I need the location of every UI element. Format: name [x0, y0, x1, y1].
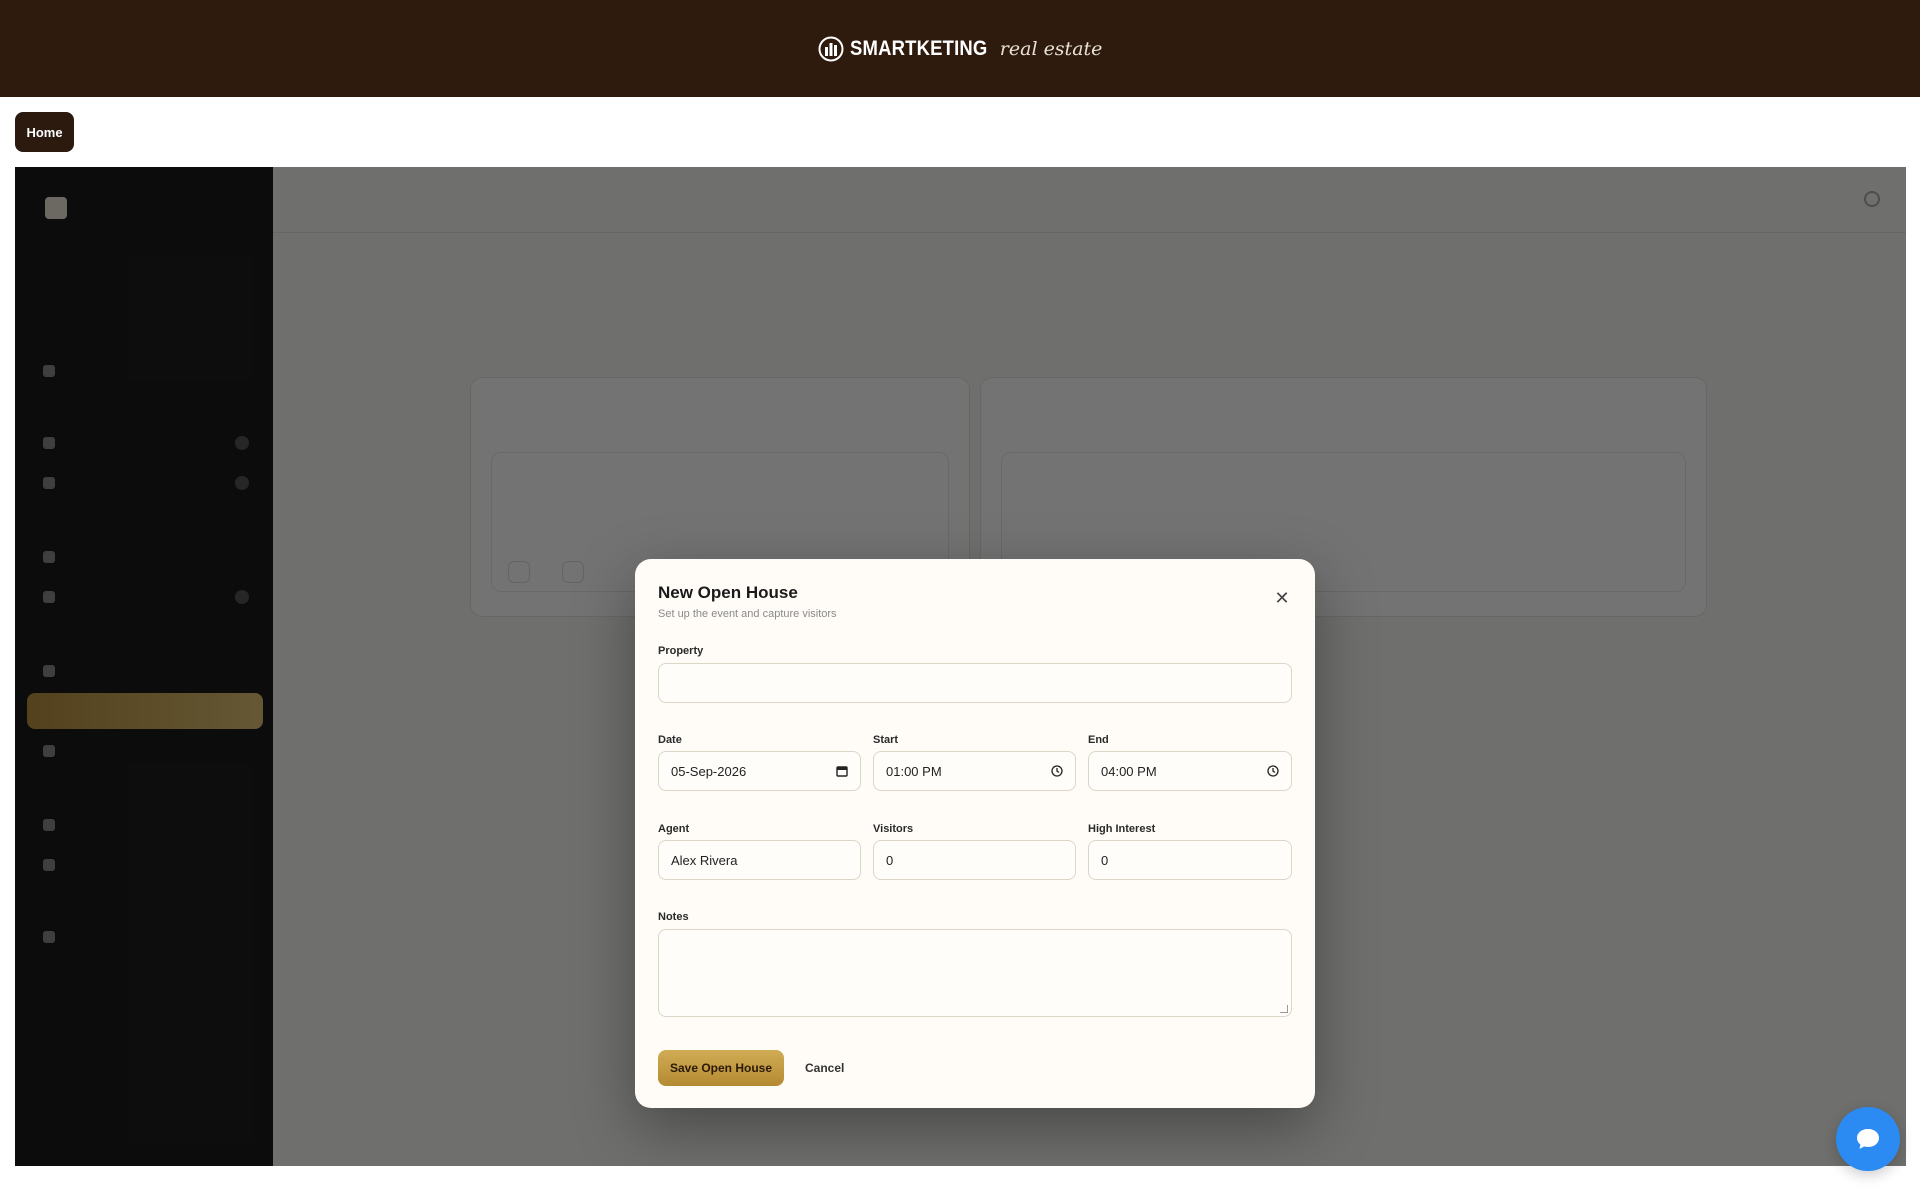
home-button[interactable]: Home	[15, 112, 74, 152]
cancel-button[interactable]: Cancel	[795, 1050, 854, 1086]
resize-handle-icon[interactable]	[1280, 1005, 1288, 1013]
end-value: 04:00 PM	[1101, 763, 1157, 779]
agent-label: Agent	[658, 823, 690, 835]
property-input[interactable]	[658, 663, 1292, 703]
clock-icon[interactable]	[1051, 765, 1063, 777]
visitors-label: Visitors	[873, 823, 914, 835]
brand-mark-icon	[818, 36, 844, 61]
agent-input[interactable]: Alex Rivera	[658, 840, 861, 880]
app-frame: New Open House Set up the event and capt…	[15, 167, 1906, 1166]
end-label: End	[1088, 734, 1109, 746]
close-button[interactable]: ✕	[1269, 585, 1295, 611]
new-open-house-modal: New Open House Set up the event and capt…	[635, 559, 1315, 1108]
date-label: Date	[658, 734, 682, 746]
brand-logo[interactable]: SMARTKETING real estate	[818, 36, 1103, 62]
top-brand-bar: SMARTKETING real estate	[0, 0, 1920, 97]
brand-name: SMARTKETING	[849, 36, 988, 60]
calendar-icon[interactable]	[836, 765, 848, 777]
start-label: Start	[873, 734, 899, 746]
notes-textarea[interactable]	[658, 929, 1292, 1017]
high-interest-label: High Interest	[1088, 823, 1156, 835]
chat-bubble-icon	[1857, 1129, 1879, 1149]
modal-title: New Open House	[658, 583, 798, 602]
brand-script: real estate	[999, 37, 1103, 60]
clock-icon[interactable]	[1267, 765, 1279, 777]
chat-button[interactable]	[1836, 1107, 1900, 1171]
property-label: Property	[658, 645, 704, 657]
agent-value: Alex Rivera	[671, 852, 738, 868]
notes-label: Notes	[658, 911, 689, 923]
close-icon: ✕	[1274, 587, 1290, 608]
start-value: 01:00 PM	[886, 763, 942, 779]
end-time-input[interactable]: 04:00 PM	[1088, 751, 1292, 791]
high-interest-input[interactable]: 0	[1088, 840, 1292, 880]
modal-subtitle: Set up the event and capture visitors	[658, 608, 837, 620]
date-value: 05-Sep-2026	[671, 763, 747, 779]
visitors-input[interactable]: 0	[873, 840, 1076, 880]
date-input[interactable]: 05-Sep-2026	[658, 751, 861, 791]
save-open-house-button[interactable]: Save Open House	[658, 1050, 784, 1086]
high-interest-value: 0	[1101, 852, 1109, 868]
start-time-input[interactable]: 01:00 PM	[873, 751, 1076, 791]
visitors-value: 0	[886, 852, 894, 868]
